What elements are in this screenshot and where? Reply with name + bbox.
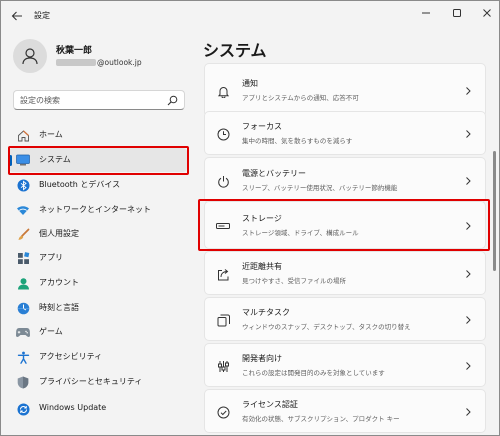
back-arrow-icon[interactable] [11,10,23,22]
developer-icon [216,359,230,373]
chevron-right-icon [466,130,471,138]
card-description: スリープ、バッテリー使用状況、バッテリー節約機能 [242,184,398,192]
activation-icon [216,405,230,419]
person-icon [22,48,38,65]
sidebar-item-privacy[interactable]: プライバシーとセキュリティ [9,370,187,394]
sidebar-item-label: 個人用設定 [39,229,79,238]
accessibility-icon [16,350,30,364]
email-redaction [56,59,96,66]
card-activation[interactable]: ライセンス認証 有効化の状態、サブスクリプション、プロダクト キー [204,389,486,433]
storage-icon [216,219,230,233]
card-title: 通知 [242,79,258,88]
card-for-developers[interactable]: 開発者向け これらの設定は開発目的のみを対象としています [204,343,486,387]
sidebar-item-label: Windows Update [39,403,107,412]
sidebar-item-label: システム [39,155,71,164]
power-icon [216,174,230,188]
user-name: 秋葉一郎 [56,46,93,56]
sidebar-item-accessibility[interactable]: アクセシビリティ [9,345,187,369]
card-description: これらの設定は開発目的のみを対象としています [242,369,385,377]
card-title: ライセンス認証 [242,400,298,409]
gaming-icon [16,325,30,339]
search-placeholder: 設定の検索 [20,96,60,105]
sidebar-item-label: Bluetooth とデバイス [39,180,121,189]
card-storage[interactable]: ストレージ ストレージ領域、ドライブ、構成ルール [204,201,486,249]
card-description: ウィンドウのスナップ、デスクトップ、タスクの切り替え [242,323,411,331]
sidebar-item-personalization[interactable]: 個人用設定 [9,222,187,246]
shield-icon [16,375,30,389]
sidebar-item-label: 時刻と言語 [39,303,79,312]
share-icon [216,267,230,281]
sidebar-item-apps[interactable]: アプリ [9,246,187,270]
user-email: @outlook.jp [56,58,142,67]
sidebar-item-label: プライバシーとセキュリティ [39,377,143,386]
apps-icon [16,251,30,265]
card-title: マルチタスク [242,308,290,317]
card-description: 見つけやすさ、受信ファイルの場所 [242,277,346,285]
card-notifications[interactable]: 通知 アプリとシステムからの通知、応答不可 [204,63,486,117]
chevron-right-icon [466,177,471,185]
sidebar-item-windows-update[interactable]: Windows Update [9,397,187,421]
chevron-right-icon [466,222,471,230]
update-icon [16,402,30,416]
card-title: 近距離共有 [242,262,282,271]
account-icon [16,276,30,290]
chevron-right-icon [466,87,471,95]
search-input[interactable]: 設定の検索 [13,90,185,110]
app-title: 設定 [34,11,50,20]
card-title: 開発者向け [242,354,282,363]
bell-icon [216,84,230,98]
sidebar-item-gaming[interactable]: ゲーム [9,320,187,344]
sidebar-item-network[interactable]: ネットワークとインターネット [9,198,187,222]
minimize-icon [422,12,430,14]
maximize-icon [453,9,461,17]
focus-icon [216,127,230,141]
sidebar-item-time-language[interactable]: 時刻と言語 [9,296,187,320]
close-button[interactable] [480,6,494,20]
card-title: フォーカス [242,122,282,131]
card-multitasking[interactable]: マルチタスク ウィンドウのスナップ、デスクトップ、タスクの切り替え [204,297,486,341]
card-power-battery[interactable]: 電源とバッテリー スリープ、バッテリー使用状況、バッテリー節約機能 [204,157,486,203]
card-focus[interactable]: フォーカス 集中の時間、気を散らすものを減らす [204,111,486,155]
close-icon [483,9,491,17]
sidebar-item-label: アクセシビリティ [39,352,103,361]
sidebar-item-accounts[interactable]: アカウント [9,271,187,295]
network-icon [16,203,30,217]
multitask-icon [216,313,230,327]
active-indicator [9,155,12,166]
card-title: ストレージ [242,214,282,223]
chevron-right-icon [466,270,471,278]
avatar[interactable] [13,39,47,73]
chevron-right-icon [466,408,471,416]
settings-window: 設定 秋葉一郎 @outlook.jp 設定の検索 ホーム システム Bluet… [0,0,500,436]
chevron-right-icon [466,362,471,370]
time-language-icon [16,301,30,315]
maximize-button[interactable] [450,6,464,20]
home-icon [16,128,30,142]
sidebar-item-system[interactable]: システム [9,148,187,172]
brush-icon [16,227,30,241]
email-domain: @outlook.jp [97,58,142,67]
sidebar-item-label: ゲーム [39,327,63,336]
minimize-button[interactable] [419,6,433,20]
card-description: 集中の時間、気を散らすものを減らす [242,137,353,145]
card-nearby-sharing[interactable]: 近距離共有 見つけやすさ、受信ファイルの場所 [204,251,486,295]
scrollbar-thumb[interactable] [493,151,496,271]
card-description: ストレージ領域、ドライブ、構成ルール [242,229,359,237]
sidebar-item-bluetooth[interactable]: Bluetooth とデバイス [9,173,187,197]
page-title: システム [203,41,267,60]
search-icon[interactable] [167,95,178,106]
sidebar-item-label: ネットワークとインターネット [39,205,151,214]
bluetooth-icon [16,178,30,192]
card-description: アプリとシステムからの通知、応答不可 [242,94,359,102]
system-icon [16,153,30,167]
card-description: 有効化の状態、サブスクリプション、プロダクト キー [242,415,400,423]
sidebar-item-home[interactable]: ホーム [9,123,187,147]
sidebar-item-label: アプリ [39,253,63,262]
title-bar: 設定 [1,1,499,31]
sidebar-item-label: ホーム [39,130,63,139]
sidebar-item-label: アカウント [39,278,79,287]
chevron-right-icon [466,316,471,324]
card-title: 電源とバッテリー [242,169,306,178]
